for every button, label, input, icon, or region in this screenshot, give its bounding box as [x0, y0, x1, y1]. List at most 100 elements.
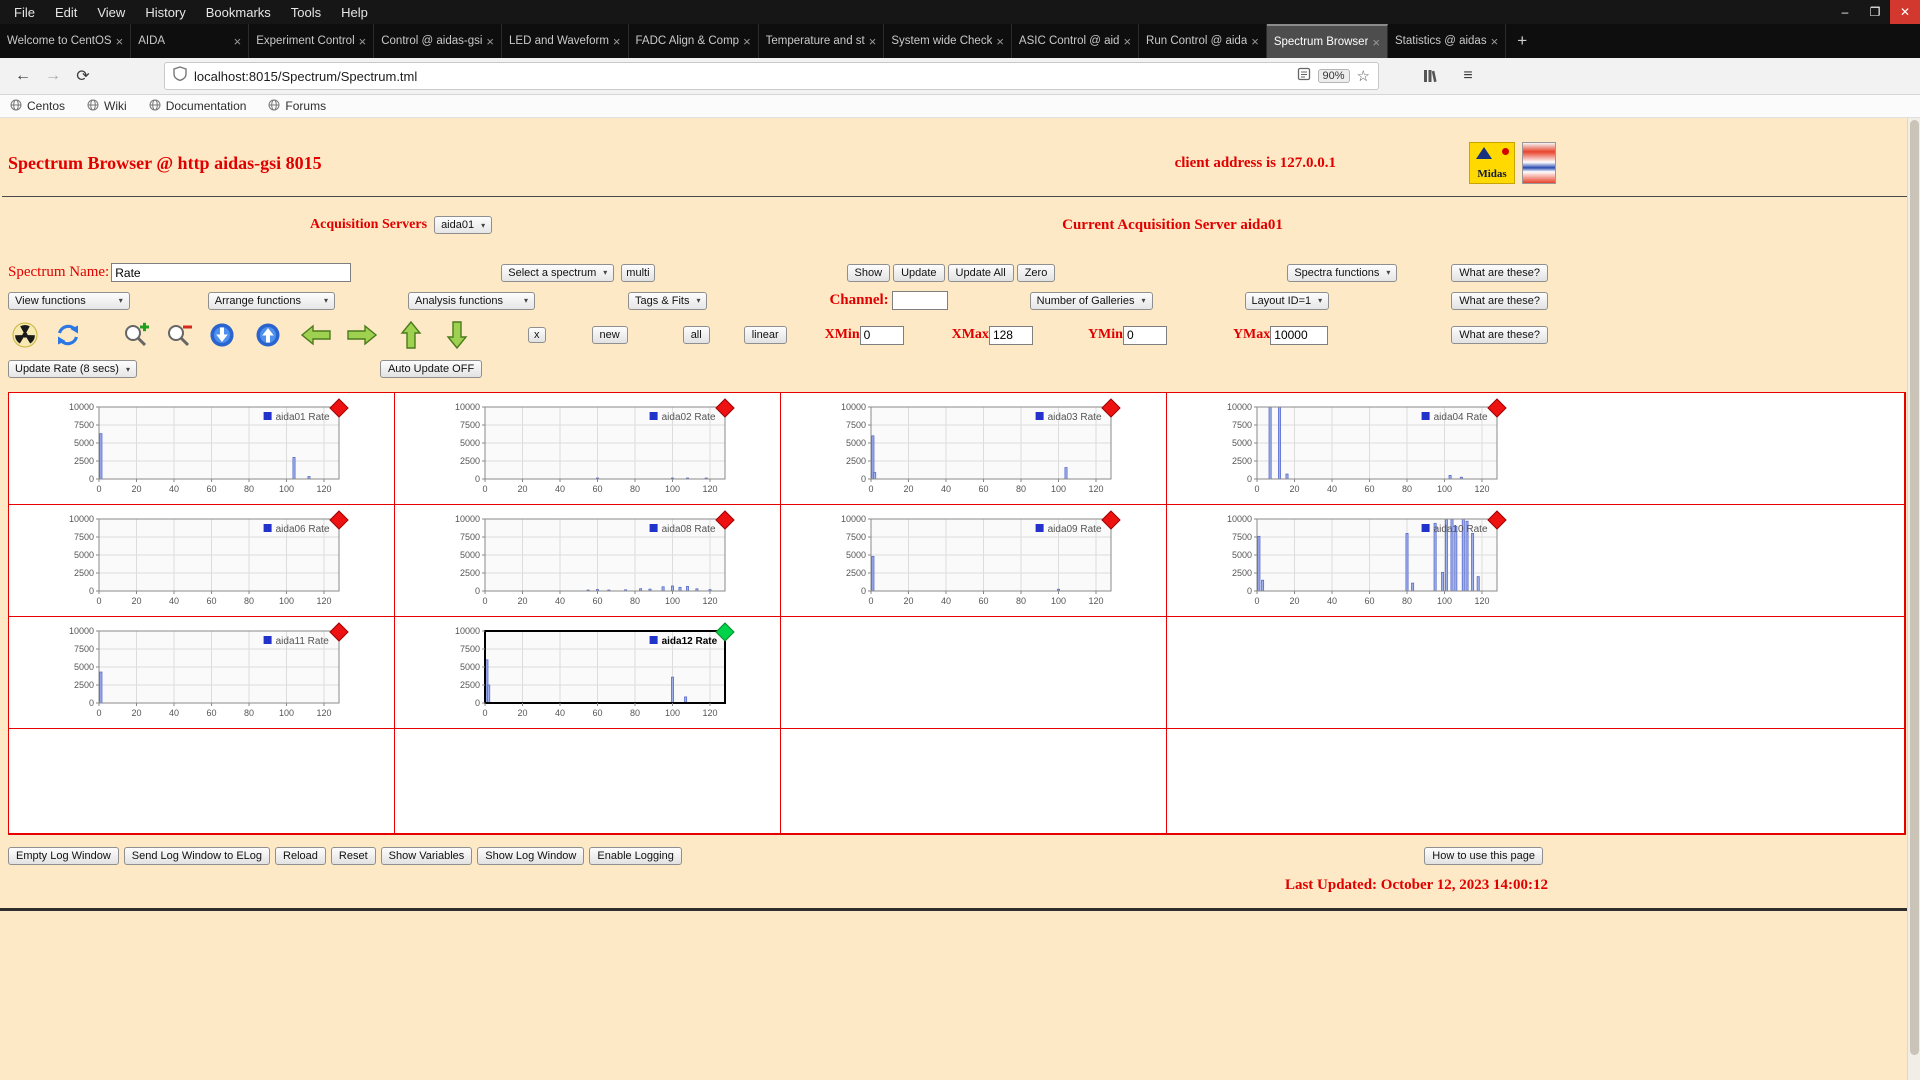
update-button[interactable]: Update [893, 263, 945, 282]
gallery-cell-empty[interactable] [1167, 729, 1905, 834]
update-rate-select[interactable]: Update Rate (8 secs) ▾ [8, 360, 137, 378]
menu-history[interactable]: History [135, 5, 195, 20]
menu-bookmarks[interactable]: Bookmarks [196, 5, 281, 20]
acquisition-server-select[interactable]: aida01 ▾ [434, 216, 493, 234]
ymax-input[interactable] [1270, 325, 1329, 345]
zero-button[interactable]: Zero [1016, 263, 1056, 282]
tab-close-icon[interactable]: × [743, 34, 751, 49]
page-up-icon[interactable] [255, 322, 281, 348]
tab-close-icon[interactable]: × [1372, 35, 1380, 50]
menu-edit[interactable]: Edit [45, 5, 87, 20]
spectra-functions-select[interactable]: Spectra functions ▾ [1287, 263, 1398, 282]
spectrum-plot-aida08-rate[interactable]: 0 2500 5000 7500 10000 0 20 40 60 80 100 120 aida08 … [439, 509, 739, 611]
bookmark-forums[interactable]: Forums [268, 99, 326, 114]
spectrum-plot-aida02-rate[interactable]: 0 2500 5000 7500 10000 0 20 40 60 80 100 120 aida02 … [439, 397, 739, 499]
footer-enable-logging-button[interactable]: Enable Logging [589, 847, 682, 865]
gallery-cell-aida11[interactable]: 0 2500 5000 7500 10000 0 20 40 60 80 100 120 aida11 … [9, 617, 395, 729]
footer-reload-button[interactable]: Reload [275, 847, 326, 865]
shift-left-icon[interactable] [301, 324, 331, 346]
forward-button[interactable]: → [38, 62, 68, 90]
tab-close-icon[interactable]: × [486, 34, 494, 49]
gallery-cell-aida01[interactable]: 0 2500 5000 7500 10000 0 20 40 60 80 100 120 aida01 … [9, 393, 395, 505]
reload-button[interactable]: ⟳ [68, 62, 98, 90]
number-of-galleries-select[interactable]: Number of Galleries ▾ [1029, 291, 1153, 310]
spectrum-name-input[interactable] [111, 263, 352, 282]
spectrum-plot-aida04-rate[interactable]: 0 2500 5000 7500 10000 0 20 40 60 80 100 120 aida04 … [1211, 397, 1511, 499]
multi-button[interactable]: multi [621, 263, 655, 282]
tab-close-icon[interactable]: × [869, 34, 877, 49]
shift-up-icon[interactable] [400, 321, 422, 349]
footer-show-variables-button[interactable]: Show Variables [380, 847, 473, 865]
bookmark-star-icon[interactable]: ☆ [1357, 67, 1370, 85]
tab-temperature-and-st[interactable]: Temperature and st × [759, 24, 885, 58]
ymin-input[interactable] [1122, 325, 1167, 345]
footer-show-log-window-button[interactable]: Show Log Window [477, 847, 585, 865]
what-are-these-button[interactable]: What are these? [1451, 263, 1548, 282]
reader-mode-icon[interactable] [1297, 67, 1311, 86]
minimize-button[interactable]: – [1830, 0, 1860, 24]
tab-close-icon[interactable]: × [1251, 34, 1259, 49]
arrange-functions-select[interactable]: Arrange functions ▾ [207, 291, 335, 310]
tags-fits-select[interactable]: Tags & Fits ▾ [628, 291, 708, 310]
page-down-icon[interactable] [209, 322, 235, 348]
show-button[interactable]: Show [846, 263, 891, 282]
how-to-use-button[interactable]: How to use this page [1424, 847, 1543, 865]
gallery-cell-aida09[interactable]: 0 2500 5000 7500 10000 0 20 40 60 80 100 120 aida09 … [781, 505, 1167, 617]
tab-statistics-aidas[interactable]: Statistics @ aidas × [1388, 24, 1507, 58]
shift-down-icon[interactable] [446, 321, 468, 349]
footer-send-log-window-to-elog-button[interactable]: Send Log Window to ELog [123, 847, 271, 865]
bookmark-centos[interactable]: Centos [10, 99, 65, 114]
zoom-in-icon[interactable] [123, 322, 151, 348]
tab-close-icon[interactable]: × [996, 34, 1004, 49]
spectrum-plot-aida01-rate[interactable]: 0 2500 5000 7500 10000 0 20 40 60 80 100 120 aida01 … [53, 397, 353, 499]
url-bar[interactable]: localhost:8015/Spectrum/Spectrum.tml 90%… [164, 62, 1379, 90]
layout-id-select[interactable]: Layout ID=1 ▾ [1244, 291, 1330, 310]
zoom-out-icon[interactable] [166, 322, 194, 348]
spectrum-plot-aida10-rate[interactable]: 0 2500 5000 7500 10000 0 20 40 60 80 100 120 aida10 … [1211, 509, 1511, 611]
xmin-input[interactable] [859, 325, 904, 345]
tab-close-icon[interactable]: × [116, 34, 124, 49]
tab-close-icon[interactable]: × [359, 34, 367, 49]
library-icon[interactable] [1415, 62, 1445, 90]
gallery-cell-aida06[interactable]: 0 2500 5000 7500 10000 0 20 40 60 80 100 120 aida06 … [9, 505, 395, 617]
what-are-these-button[interactable]: What are these? [1451, 326, 1548, 344]
gallery-cell-empty[interactable] [1167, 617, 1905, 729]
tab-close-icon[interactable]: × [234, 34, 242, 49]
new-button[interactable]: new [591, 326, 628, 344]
all-button[interactable]: all [682, 326, 710, 344]
close-window-button[interactable]: ✕ [1890, 0, 1920, 24]
gallery-cell-aida10[interactable]: 0 2500 5000 7500 10000 0 20 40 60 80 100 120 aida10 … [1167, 505, 1905, 617]
tab-close-icon[interactable]: × [613, 34, 621, 49]
midas-logo[interactable]: Midas [1469, 142, 1515, 184]
gallery-cell-empty[interactable] [781, 617, 1167, 729]
spectrum-plot-aida06-rate[interactable]: 0 2500 5000 7500 10000 0 20 40 60 80 100 120 aida06 … [53, 509, 353, 611]
view-functions-select[interactable]: View functions ▾ [8, 291, 130, 310]
analysis-functions-select[interactable]: Analysis functions ▾ [407, 291, 536, 310]
tab-system-wide-check[interactable]: System wide Check × [884, 24, 1012, 58]
spectrum-plot-aida03-rate[interactable]: 0 2500 5000 7500 10000 0 20 40 60 80 100 120 aida03 … [825, 397, 1125, 499]
tab-close-icon[interactable]: × [1123, 34, 1131, 49]
xmax-input[interactable] [988, 325, 1033, 345]
url-text[interactable]: localhost:8015/Spectrum/Spectrum.tml [194, 69, 1290, 84]
update-all-button[interactable]: Update All [947, 263, 1014, 282]
select-a-spectrum-select[interactable]: Select a spectrum ▾ [501, 263, 615, 282]
app-menu-icon[interactable]: ≡ [1453, 62, 1483, 90]
spectrum-plot-aida09-rate[interactable]: 0 2500 5000 7500 10000 0 20 40 60 80 100 120 aida09 … [825, 509, 1125, 611]
tab-asic-control-aid[interactable]: ASIC Control @ aid × [1012, 24, 1140, 58]
menu-help[interactable]: Help [331, 5, 378, 20]
menu-tools[interactable]: Tools [281, 5, 331, 20]
shield-icon[interactable] [173, 66, 187, 86]
tab-spectrum-browser[interactable]: Spectrum Browser × [1266, 24, 1388, 58]
scrollbar-thumb[interactable] [1910, 120, 1919, 1055]
tab-close-icon[interactable]: × [1491, 34, 1499, 49]
tab-led-and-waveform[interactable]: LED and Waveform × [502, 24, 629, 58]
linear-button[interactable]: linear [743, 326, 787, 344]
new-tab-button[interactable]: + [1506, 24, 1538, 58]
bookmark-wiki[interactable]: Wiki [87, 99, 127, 114]
bookmark-documentation[interactable]: Documentation [149, 99, 246, 114]
menu-view[interactable]: View [87, 5, 135, 20]
tab-control-aidas-gsi[interactable]: Control @ aidas-gsi × [374, 24, 502, 58]
spectrum-plot-aida12-rate[interactable]: 0 2500 5000 7500 10000 0 20 40 60 80 100 120 aida12 … [439, 621, 739, 723]
page-scrollbar[interactable] [1907, 118, 1920, 1080]
tab-experiment-control[interactable]: Experiment Control × [249, 24, 375, 58]
